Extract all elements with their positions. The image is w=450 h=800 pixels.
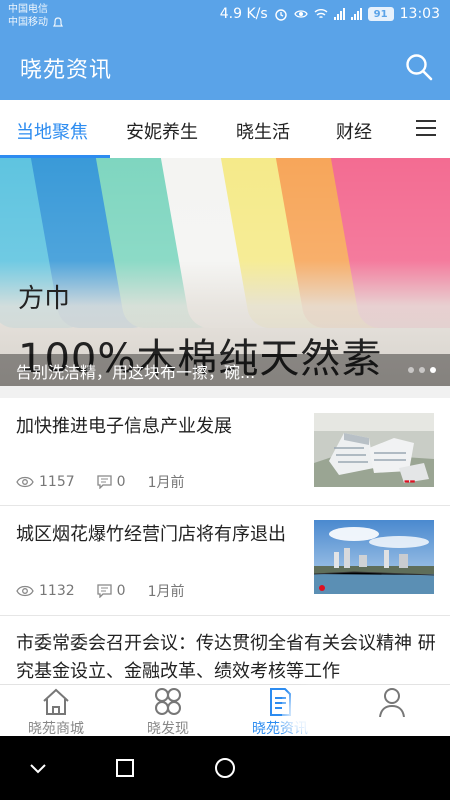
news-meta: 1157 0 1月前 xyxy=(16,472,206,492)
category-tabs: 当地聚焦 安妮养生 晓生活 财经 xyxy=(0,100,450,158)
recent-apps-icon[interactable] xyxy=(113,756,137,780)
news-meta: 1132 0 1月前 xyxy=(16,581,206,601)
alarm-icon xyxy=(274,9,287,21)
comment-count: 0 xyxy=(116,474,126,490)
eye-icon xyxy=(293,10,308,18)
news-title: 加快推进电子信息产业发展 xyxy=(16,416,232,437)
comment-icon xyxy=(96,475,112,489)
nav-discover[interactable]: 晓发现 xyxy=(112,685,224,737)
banner-carousel[interactable]: 方巾 100%木棉纯天然素 告别洗洁精，用这块布一擦，碗... xyxy=(0,158,450,386)
battery-icon: 91 xyxy=(367,7,394,21)
carrier-2: 中国移动 xyxy=(8,17,48,28)
system-navigation-bar xyxy=(0,736,450,800)
tab-finance[interactable]: 财经 xyxy=(336,118,372,144)
carousel-dots xyxy=(408,367,436,373)
search-icon[interactable] xyxy=(404,52,434,82)
news-item[interactable]: 加快推进电子信息产业发展 1157 0 1月前 ▬▬ xyxy=(0,398,450,506)
carrier-info: 中国电信 中国移动 xyxy=(8,3,64,29)
tab-local-focus[interactable]: 当地聚焦 xyxy=(16,118,88,144)
discover-icon xyxy=(155,688,181,715)
carrier-1: 中国电信 xyxy=(8,4,48,15)
notification-icon xyxy=(53,16,63,27)
page-title: 晓苑资讯 xyxy=(20,58,113,83)
carousel-dot[interactable] xyxy=(419,367,425,373)
carousel-dot[interactable] xyxy=(408,367,414,373)
eye-icon xyxy=(16,585,34,597)
bottom-navigation: 晓苑商城 晓发现 晓苑资讯 xyxy=(0,684,450,737)
signal-4g-icon xyxy=(350,8,362,20)
view-count: 1157 xyxy=(39,474,75,490)
network-speed: 4.9 K/s xyxy=(219,6,268,22)
profile-icon xyxy=(379,688,405,717)
news-title: 市委常委会召开会议：传达贯彻全省有关会议精神 研究基金设立、金融改革、绩效考核等… xyxy=(16,633,436,682)
svg-text:▬▬: ▬▬ xyxy=(404,478,416,485)
status-right: 4.9 K/s 91 13:03 xyxy=(220,6,440,22)
carousel-dot-active[interactable] xyxy=(430,367,436,373)
publish-time: 1月前 xyxy=(147,475,185,491)
menu-icon[interactable] xyxy=(416,120,436,138)
back-icon[interactable] xyxy=(26,756,50,780)
screen-glare xyxy=(282,684,362,736)
home-icon xyxy=(43,688,69,715)
view-count: 1132 xyxy=(39,583,75,599)
section-divider xyxy=(0,386,450,398)
app-header: 晓苑资讯 xyxy=(0,34,450,100)
status-bar: 中国电信 中国移动 4.9 K/s 91 13:03 xyxy=(0,0,450,34)
clock: 13:03 xyxy=(399,6,440,22)
tab-health[interactable]: 安妮养生 xyxy=(126,118,198,144)
news-thumbnail: ▬▬ xyxy=(314,413,434,487)
tab-life[interactable]: 晓生活 xyxy=(236,118,290,144)
news-thumbnail xyxy=(314,520,434,594)
eye-icon xyxy=(16,476,34,488)
banner-subtitle: 方巾 xyxy=(18,284,71,314)
banner-caption: 告别洗洁精，用这块布一擦，碗... xyxy=(16,363,256,382)
news-title: 城区烟花爆竹经营门店将有序退出 xyxy=(16,524,286,545)
nav-mall[interactable]: 晓苑商城 xyxy=(0,685,112,737)
news-item[interactable]: 城区烟花爆竹经营门店将有序退出 1132 0 1月前 xyxy=(0,506,450,616)
wifi-icon xyxy=(314,9,328,19)
nav-label: 晓发现 xyxy=(147,721,189,737)
comment-icon xyxy=(96,584,112,598)
home-button-icon[interactable] xyxy=(213,756,237,780)
comment-count: 0 xyxy=(116,583,126,599)
banner-caption-bar: 告别洗洁精，用这块布一擦，碗... xyxy=(0,354,450,386)
nav-label: 晓苑商城 xyxy=(28,721,84,737)
publish-time: 1月前 xyxy=(147,584,185,600)
signal-icon xyxy=(333,8,345,20)
